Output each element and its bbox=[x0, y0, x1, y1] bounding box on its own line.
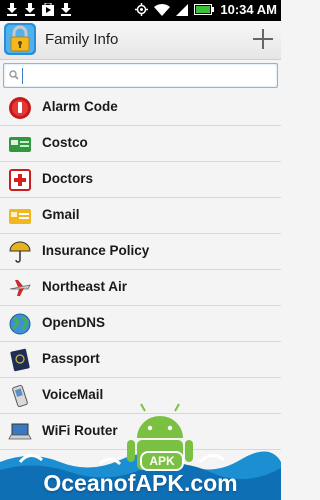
clock: 10:34 AM bbox=[220, 2, 277, 17]
download-icon bbox=[7, 3, 17, 16]
search-icon bbox=[9, 70, 19, 80]
apk-badge: APK bbox=[140, 451, 184, 471]
watermark-text: OceanofAPK.com bbox=[43, 470, 238, 496]
page-title: Family Info bbox=[45, 31, 119, 48]
item-label: Costco bbox=[42, 135, 88, 150]
download-icon bbox=[25, 3, 35, 16]
item-label: Doctors bbox=[42, 171, 94, 186]
list-item[interactable]: Costco bbox=[0, 126, 281, 162]
list-item[interactable]: Passport bbox=[0, 342, 281, 378]
alarm-siren-icon bbox=[9, 97, 31, 119]
passport-icon bbox=[10, 348, 30, 372]
airplane-icon bbox=[9, 280, 31, 296]
action-bar: Family Info bbox=[0, 21, 281, 60]
signal-icon bbox=[176, 4, 189, 16]
system-icons: 10:34 AM bbox=[135, 2, 277, 17]
download-icon bbox=[61, 3, 71, 16]
item-label: Passport bbox=[42, 351, 100, 366]
app-lock-icon[interactable] bbox=[3, 22, 37, 56]
list-item[interactable]: Alarm Code bbox=[0, 90, 281, 126]
item-label: Alarm Code bbox=[42, 99, 118, 114]
item-label: Gmail bbox=[42, 207, 80, 222]
list-item[interactable]: Doctors bbox=[0, 162, 281, 198]
item-label: Northeast Air bbox=[42, 279, 128, 294]
text-cursor bbox=[22, 68, 23, 84]
add-icon[interactable] bbox=[251, 27, 275, 51]
first-aid-icon bbox=[9, 169, 31, 191]
item-label: Insurance Policy bbox=[42, 243, 150, 258]
notification-icons bbox=[6, 3, 72, 16]
gps-icon bbox=[135, 3, 149, 16]
list-item[interactable]: Insurance Policy bbox=[0, 234, 281, 270]
search-bar bbox=[0, 60, 281, 90]
item-label: OpenDNS bbox=[42, 315, 106, 330]
umbrella-icon bbox=[9, 241, 31, 263]
list-item[interactable]: OpenDNS bbox=[0, 306, 281, 342]
entry-list: Alarm Code Costco Doctors Gmail Insuranc… bbox=[0, 90, 281, 450]
membership-card-icon bbox=[9, 137, 31, 152]
search-input[interactable] bbox=[3, 63, 278, 88]
wifi-icon bbox=[154, 3, 171, 16]
globe-icon bbox=[9, 313, 31, 335]
list-item[interactable]: Northeast Air bbox=[0, 270, 281, 306]
battery-icon bbox=[194, 4, 215, 15]
list-item[interactable]: Gmail bbox=[0, 198, 281, 234]
play-store-icon bbox=[42, 3, 54, 16]
card-icon bbox=[9, 209, 31, 224]
status-bar: 10:34 AM bbox=[0, 0, 281, 21]
